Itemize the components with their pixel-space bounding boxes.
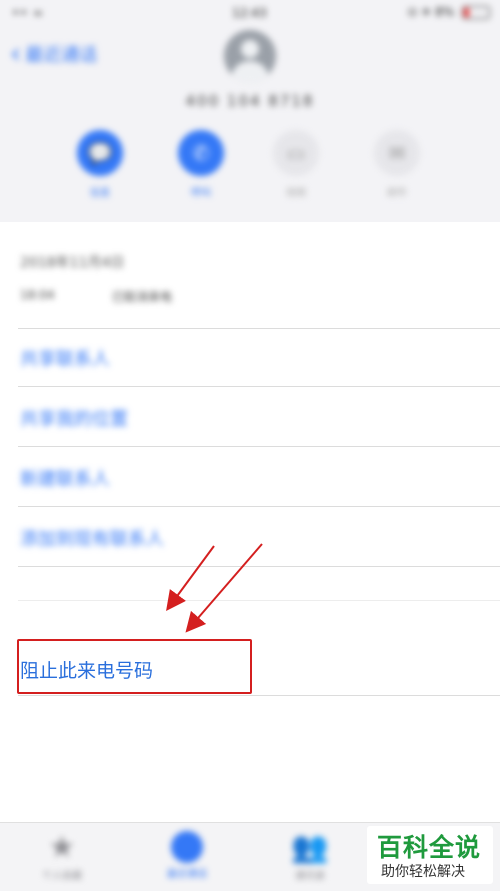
chevron-left-icon: ‹ (10, 36, 22, 70)
watermark-title: 百科全说 (377, 833, 482, 862)
status-bar: •• ≈ 12:43 ⊙ ✈ 8% (0, 0, 500, 26)
back-button[interactable]: ‹ 最近通话 (10, 36, 98, 70)
battery-icon (462, 6, 490, 19)
mail-action-label: 邮件 (387, 188, 407, 199)
message-action[interactable]: 💬 信息 (70, 130, 130, 199)
star-icon: ★ (48, 830, 76, 865)
arrow-right (185, 543, 263, 633)
arrow-left (166, 545, 215, 612)
tab-contacts-label: 通讯录 (295, 871, 325, 882)
video-action-label: 视频 (286, 188, 306, 199)
contacts-icon: 👥 (291, 830, 329, 865)
phone-icon: ✆ (178, 130, 224, 176)
message-action-label: 信息 (90, 188, 110, 199)
video-icon: ▭ (273, 130, 319, 176)
call-action[interactable]: ✆ 呼叫 (171, 130, 231, 199)
divider (18, 446, 500, 447)
highlight-box (17, 639, 252, 694)
divider (18, 600, 500, 601)
status-right: ⊙ ✈ 8% (407, 5, 490, 19)
clock-icon (171, 831, 203, 863)
back-label: 最近通话 (25, 44, 98, 66)
status-icons: ⊙ ✈ 8% (407, 5, 455, 19)
mail-action[interactable]: ✉ 邮件 (367, 130, 427, 199)
divider (18, 328, 500, 329)
tab-contacts[interactable]: 👥 通讯录 (265, 830, 355, 883)
mail-icon: ✉ (374, 130, 420, 176)
share-contact-option[interactable]: 共享联系人 (20, 345, 110, 371)
new-contact-option[interactable]: 新建联系人 (20, 465, 110, 491)
message-icon: 💬 (77, 130, 123, 176)
divider (18, 506, 500, 507)
divider (18, 566, 500, 567)
share-location-option[interactable]: 共享我的位置 (20, 405, 128, 431)
video-action[interactable]: ▭ 视频 (266, 130, 326, 199)
call-type: 已取消来电 (112, 290, 173, 304)
tab-recents-label: 最近通话 (167, 869, 207, 880)
call-date: 2018年11月4日 (20, 255, 125, 271)
contact-header: •• ≈ 12:43 ⊙ ✈ 8% ‹ 最近通话 400 104 8718 💬 信… (0, 0, 500, 222)
call-info: 2018年11月4日 18:04 已取消来电 (0, 222, 500, 328)
add-to-existing-contact-option[interactable]: 添加到现有联系人 (20, 525, 164, 551)
status-time: 12:43 (232, 6, 267, 20)
tab-recents[interactable]: 最近通话 (142, 831, 232, 880)
avatar-head (241, 40, 259, 58)
avatar (224, 30, 276, 82)
signal-indicator: •• ≈ (12, 6, 45, 20)
watermark-logo: 百科全说 助你轻松解决 (367, 826, 493, 884)
watermark-subtitle: 助你轻松解决 (381, 864, 465, 880)
tab-favorites-label: 个人收藏 (42, 871, 82, 882)
avatar-body (232, 61, 268, 82)
tab-favorites[interactable]: ★ 个人收藏 (17, 830, 107, 883)
divider (18, 695, 500, 696)
phone-number: 400 104 8718 (185, 92, 315, 110)
divider (18, 386, 500, 387)
call-action-label: 呼叫 (191, 188, 211, 199)
call-time: 18:04 (20, 288, 55, 302)
